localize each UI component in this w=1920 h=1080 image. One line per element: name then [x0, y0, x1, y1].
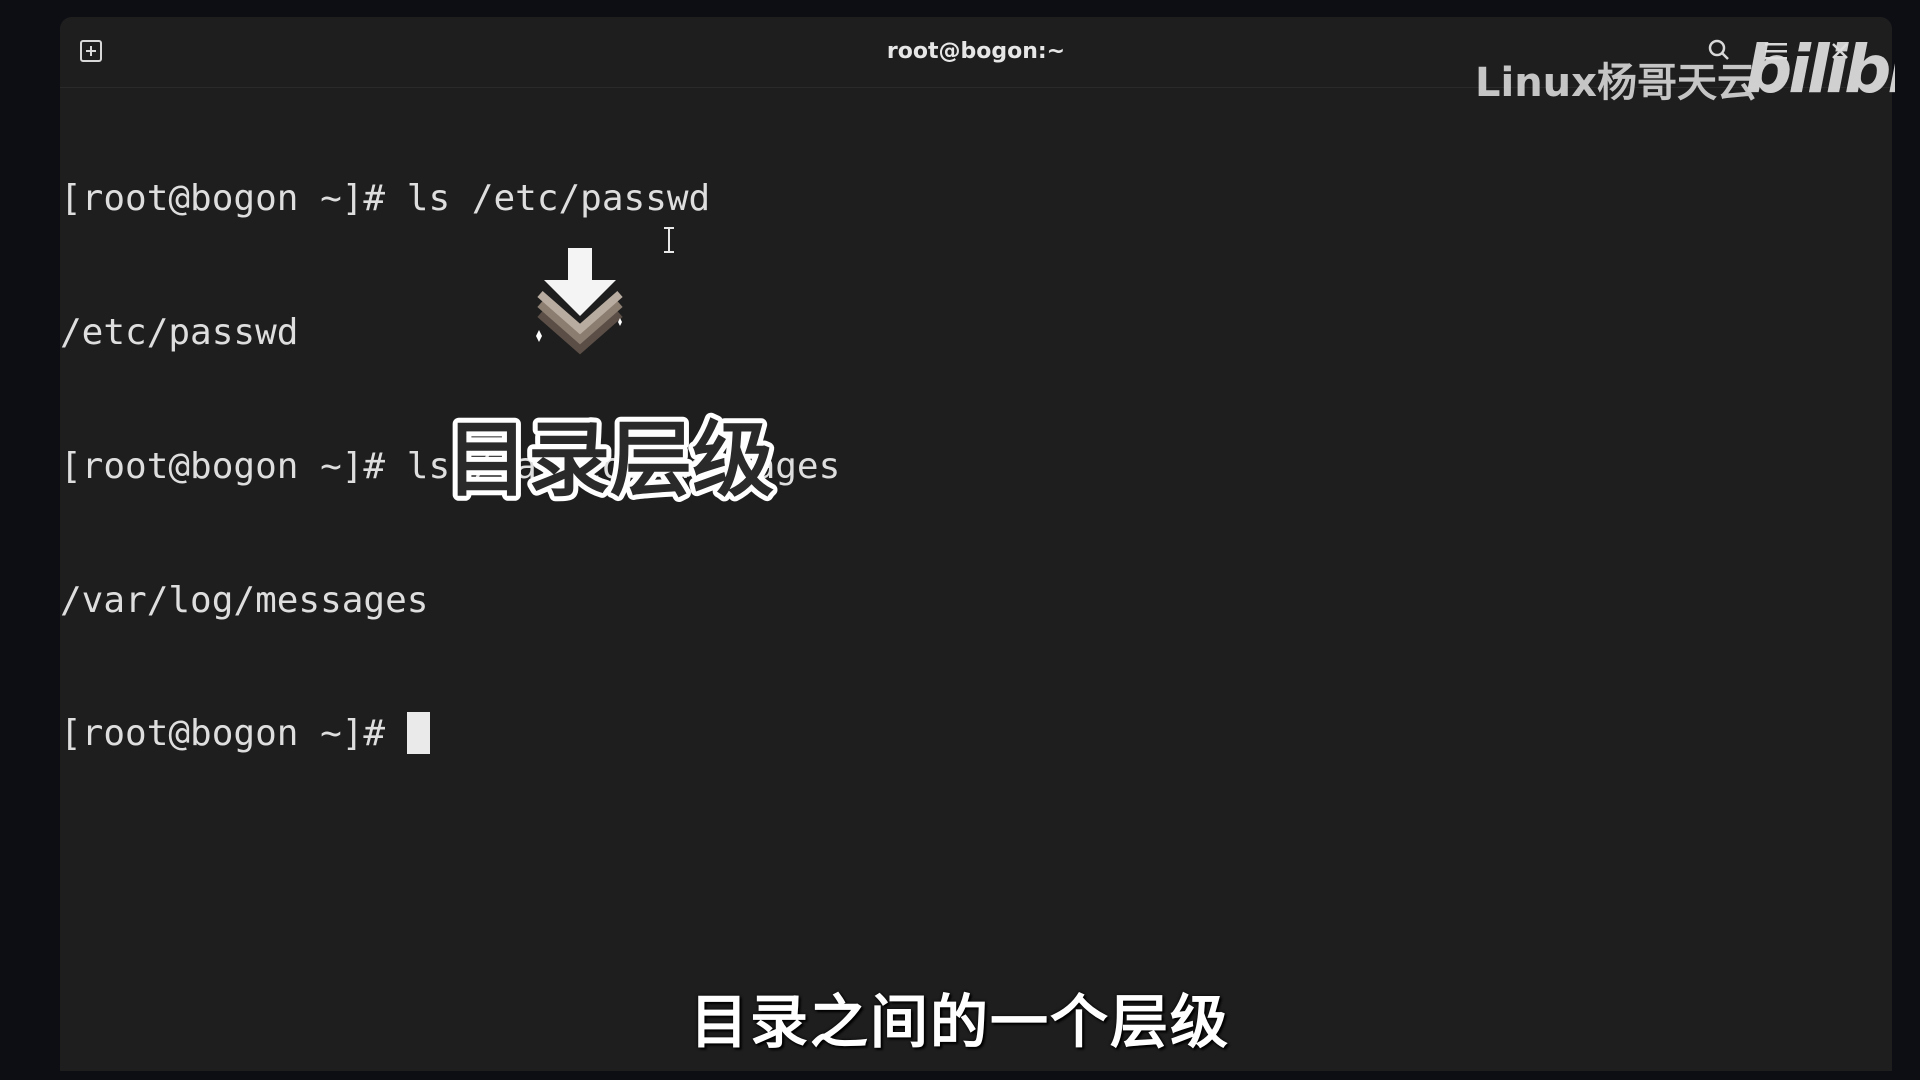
terminal-line: [root@bogon ~]# ls /etc/passwd	[60, 178, 711, 220]
text-cursor-icon	[664, 227, 674, 253]
terminal-line: [root@bogon ~]# ls /var/log/messages	[60, 445, 841, 487]
terminal-output[interactable]: [root@bogon ~]# ls /etc/passwd /etc/pass…	[60, 88, 1860, 802]
prompt-text: [root@bogon ~]#	[60, 713, 407, 755]
overlay-heading: 目录层级	[441, 410, 779, 510]
terminal-cursor	[406, 712, 430, 755]
prompt-line: [root@bogon ~]#	[60, 712, 1860, 757]
svg-text:目录层级: 目录层级	[446, 413, 774, 508]
terminal-line: /var/log/messages	[60, 579, 429, 621]
terminal-line: /etc/passwd	[60, 311, 299, 353]
video-subtitle: 目录之间的一个层级	[689, 988, 1230, 1056]
down-arrow-icon	[536, 248, 623, 355]
